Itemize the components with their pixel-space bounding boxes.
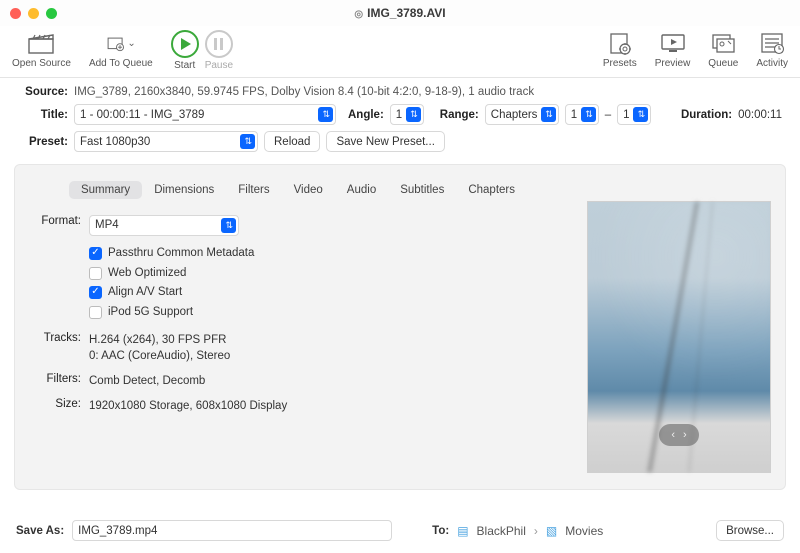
queue-button[interactable]: Queue: [708, 30, 738, 69]
chevron-down-icon[interactable]: ⌄: [127, 38, 135, 49]
filters-value: Comb Detect, Decomb: [89, 373, 205, 390]
summary-column: Summary Dimensions Filters Video Audio S…: [29, 175, 567, 475]
title-value: 1 - 00:00:11 - IMG_3789: [80, 109, 204, 121]
tab-audio[interactable]: Audio: [335, 181, 388, 199]
title-select[interactable]: 1 - 00:00:11 - IMG_3789: [74, 104, 336, 125]
pause-button: [205, 30, 233, 58]
range-from-value: 1: [571, 109, 577, 121]
format-select[interactable]: MP4: [89, 215, 239, 236]
activity-icon: [757, 30, 787, 56]
chevron-right-icon[interactable]: ›: [683, 429, 687, 441]
angle-value: 1: [396, 109, 402, 121]
angle-label: Angle:: [348, 109, 384, 121]
save-new-preset-button[interactable]: Save New Preset...: [326, 131, 444, 152]
range-sep: –: [605, 109, 611, 121]
tracks-label: Tracks:: [29, 332, 81, 365]
range-label: Range:: [440, 109, 479, 121]
add-to-queue-label: Add To Queue: [89, 58, 153, 69]
range-from-select[interactable]: 1: [565, 104, 599, 125]
tab-bar: Summary Dimensions Filters Video Audio S…: [29, 181, 567, 199]
activity-label: Activity: [756, 58, 788, 69]
range-to-value: 1: [623, 109, 629, 121]
path-disk[interactable]: BlackPhil: [477, 524, 526, 538]
toolbar: Open Source ⌄ Add To Queue Start Pause P…: [0, 26, 800, 78]
path-folder[interactable]: Movies: [565, 524, 603, 538]
presets-icon: [605, 30, 635, 56]
disk-icon: ▤: [457, 524, 468, 538]
main-panel: Summary Dimensions Filters Video Audio S…: [14, 164, 786, 490]
tab-filters[interactable]: Filters: [226, 181, 281, 199]
meta-panel: Source: IMG_3789, 2160x3840, 59.9745 FPS…: [0, 78, 800, 164]
preview-button[interactable]: Preview: [655, 30, 691, 69]
preview-icon: [658, 30, 688, 56]
queue-icon: [708, 30, 738, 56]
presets-label: Presets: [603, 58, 637, 69]
preview-label: Preview: [655, 58, 691, 69]
to-label: To:: [432, 525, 449, 537]
play-icon: [181, 38, 191, 50]
checkbox-web-optimized[interactable]: Web Optimized: [89, 265, 254, 282]
tab-dimensions[interactable]: Dimensions: [142, 181, 226, 199]
duration-value: 00:00:11: [738, 109, 782, 121]
range-type-value: Chapters: [491, 109, 538, 121]
format-label: Format:: [29, 215, 81, 324]
browse-button[interactable]: Browse...: [716, 520, 784, 541]
preview-thumbnail[interactable]: ‹ ›: [587, 201, 771, 473]
chevron-left-icon[interactable]: ‹: [671, 429, 675, 441]
add-to-queue-icon: ⌄: [106, 30, 136, 56]
tab-subtitles[interactable]: Subtitles: [388, 181, 456, 199]
minimize-window-button[interactable]: [28, 8, 39, 19]
preset-label: Preset:: [18, 136, 68, 148]
folder-icon: ▧: [546, 524, 557, 538]
checkbox-align-av-start[interactable]: ✓Align A/V Start: [89, 284, 254, 301]
open-source-label: Open Source: [12, 58, 71, 69]
range-to-select[interactable]: 1: [617, 104, 651, 125]
window-controls: [10, 8, 57, 19]
activity-button[interactable]: Activity: [756, 30, 788, 69]
open-source-button[interactable]: Open Source: [12, 30, 71, 69]
format-value: MP4: [95, 217, 119, 234]
footer: Save As: IMG_3789.mp4 To: ▤ BlackPhil › …: [0, 510, 800, 553]
preview-nav[interactable]: ‹ ›: [659, 424, 699, 446]
start-pause-group: Start Pause: [171, 30, 233, 71]
range-type-select[interactable]: Chapters: [485, 104, 559, 125]
size-label: Size:: [29, 398, 81, 415]
path-sep: ›: [534, 524, 538, 538]
clapperboard-icon: [26, 30, 56, 56]
pause-label: Pause: [205, 60, 233, 71]
checkbox-ipod-5g[interactable]: iPod 5G Support: [89, 304, 254, 321]
tab-summary[interactable]: Summary: [69, 181, 142, 199]
saveas-input[interactable]: IMG_3789.mp4: [72, 520, 392, 541]
tracks-value: H.264 (x264), 30 FPS PFR 0: AAC (CoreAud…: [89, 332, 230, 365]
angle-select[interactable]: 1: [390, 104, 424, 125]
tab-video[interactable]: Video: [282, 181, 335, 199]
start-button[interactable]: [171, 30, 199, 58]
close-window-button[interactable]: [10, 8, 21, 19]
reload-button[interactable]: Reload: [264, 131, 320, 152]
filters-label: Filters:: [29, 373, 81, 390]
preset-value: Fast 1080p30: [80, 136, 150, 148]
source-label: Source:: [18, 86, 68, 98]
titlebar: IMG_3789.AVI: [0, 0, 800, 26]
preset-select[interactable]: Fast 1080p30: [74, 131, 258, 152]
preview-column: ‹ ›: [587, 175, 771, 475]
checkbox-passthru-metadata[interactable]: ✓Passthru Common Metadata: [89, 245, 254, 262]
title-label: Title:: [18, 109, 68, 121]
queue-label: Queue: [708, 58, 738, 69]
tab-chapters[interactable]: Chapters: [456, 181, 527, 199]
source-value: IMG_3789, 2160x3840, 59.9745 FPS, Dolby …: [74, 86, 534, 98]
size-value: 1920x1080 Storage, 608x1080 Display: [89, 398, 287, 415]
window-title: IMG_3789.AVI: [0, 6, 800, 20]
start-label: Start: [174, 60, 195, 71]
duration-label: Duration:: [681, 109, 732, 121]
add-to-queue-button[interactable]: ⌄ Add To Queue: [89, 30, 153, 69]
zoom-window-button[interactable]: [46, 8, 57, 19]
saveas-label: Save As:: [16, 525, 64, 537]
presets-button[interactable]: Presets: [603, 30, 637, 69]
